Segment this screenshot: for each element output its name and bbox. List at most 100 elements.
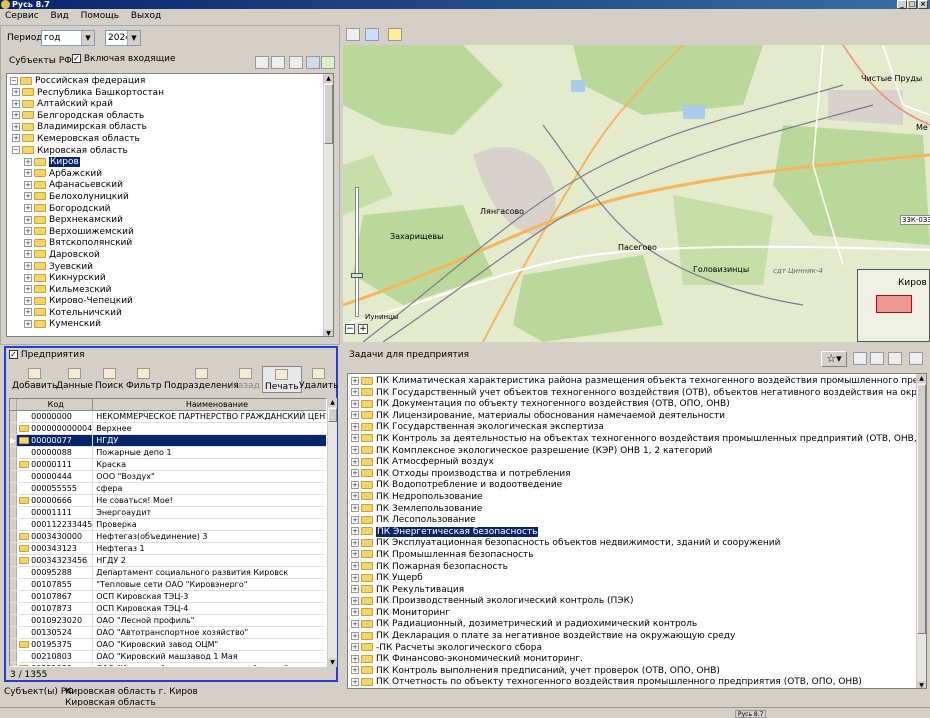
task-item[interactable]: + ПК Контроль за деятельностью на объекта… xyxy=(351,434,926,446)
overview-map[interactable]: Киров xyxy=(857,269,930,342)
table-row[interactable]: 00001111 Энергоаудит xyxy=(10,506,326,520)
tree-region[interactable]: + Алтайский край xyxy=(10,99,333,111)
task-item[interactable]: + ПК Климатическая характеристика района … xyxy=(351,376,926,388)
tree-region[interactable]: + Белгородская область xyxy=(10,111,333,123)
scroll-down-icon[interactable]: ▼ xyxy=(324,329,333,336)
tree-district[interactable]: + Богородский xyxy=(10,204,333,216)
map-view[interactable]: Чистые Пруды Лянгасово Захарищевы Пасего… xyxy=(343,45,930,342)
tree-district[interactable]: + Зуевский xyxy=(10,262,333,274)
menu-service[interactable]: Сервис xyxy=(5,11,39,21)
export-icon[interactable] xyxy=(909,352,923,365)
expand-icon[interactable]: + xyxy=(24,319,32,328)
task-item[interactable]: + ПК Производственный экологический контр… xyxy=(351,596,926,608)
expand-icon[interactable]: + xyxy=(24,215,32,224)
tree-district[interactable]: + Афанасьевский xyxy=(10,180,333,192)
tree-district[interactable]: + Белохолуницкий xyxy=(10,192,333,204)
add-button[interactable]: Добавить xyxy=(12,366,57,391)
tree-district[interactable]: + Киров xyxy=(10,157,333,169)
print-icon[interactable] xyxy=(289,56,303,69)
tree-district[interactable]: + Вятскополянский xyxy=(10,238,333,250)
scroll-up-icon[interactable]: ▲ xyxy=(328,398,337,407)
list-view-icon[interactable] xyxy=(888,352,902,365)
tree-view-icon[interactable] xyxy=(870,352,884,365)
tree-district[interactable]: + Кильмезский xyxy=(10,285,333,297)
table-row[interactable]: 00000111 Краска xyxy=(10,458,326,472)
expand-icon[interactable]: + xyxy=(351,504,359,513)
tree-view-icon[interactable] xyxy=(255,56,269,69)
expand-icon[interactable]: + xyxy=(351,643,359,652)
expand-icon[interactable]: + xyxy=(351,538,359,547)
tree-district[interactable]: + Кикнурский xyxy=(10,273,333,285)
expand-icon[interactable]: + xyxy=(24,157,32,166)
tree-district[interactable]: + Верхошижемский xyxy=(10,227,333,239)
task-item[interactable]: + ПК Отходы производства и потребления xyxy=(351,469,926,481)
print-button[interactable]: Печать xyxy=(262,366,302,393)
table-row[interactable]: 00000000 НЕКОММЕРЧЕСКОЕ ПАРТНЕРСТВО ГРАЖД… xyxy=(10,410,326,424)
expand-icon[interactable]: + xyxy=(24,227,32,236)
expand-icon[interactable]: + xyxy=(12,122,20,131)
expand-icon[interactable]: + xyxy=(351,457,359,466)
map-icon[interactable] xyxy=(306,56,320,69)
expand-icon[interactable]: + xyxy=(24,308,32,317)
tasks-scrollbar[interactable]: ▲ ▼ xyxy=(916,374,926,688)
task-item[interactable]: + ПК Мониторинг xyxy=(351,608,926,620)
column-code[interactable]: Код xyxy=(16,399,94,412)
task-item[interactable]: + ПК Недропользование xyxy=(351,492,926,504)
scroll-up-icon[interactable]: ▲ xyxy=(324,74,333,83)
filter-button[interactable]: Фильтр xyxy=(126,366,162,391)
expand-icon[interactable]: + xyxy=(351,399,359,408)
task-item[interactable]: + ПК Рекультивация xyxy=(351,585,926,597)
menu-help[interactable]: Помощь xyxy=(81,11,119,21)
expand-icon[interactable]: + xyxy=(12,111,20,120)
table-row[interactable]: ▶ 00000077 НГДУ xyxy=(10,434,326,448)
table-row[interactable]: 0010923020 ОАО "Лесной профиль" xyxy=(10,614,326,628)
task-item[interactable]: + ПК Ущерб xyxy=(351,573,926,585)
menu-view[interactable]: Вид xyxy=(51,11,69,21)
layers-icon[interactable] xyxy=(321,56,335,69)
expand-icon[interactable]: + xyxy=(351,422,359,431)
expand-icon[interactable]: + xyxy=(351,527,359,536)
expand-icon[interactable]: + xyxy=(351,573,359,582)
expand-icon[interactable]: + xyxy=(12,134,20,143)
table-row[interactable]: 000000000004 Верхнее xyxy=(10,422,326,436)
tree-district[interactable]: + Кирово-Чепецкий xyxy=(10,296,333,308)
table-row[interactable]: 00130524 ОАО "Автотранспортное хозяйство" xyxy=(10,626,326,640)
expand-icon[interactable]: + xyxy=(24,204,32,213)
list-view-icon[interactable] xyxy=(271,56,285,69)
include-checkbox[interactable]: ✓ Включая входящие xyxy=(72,54,176,64)
expand-icon[interactable]: + xyxy=(24,250,32,259)
expand-icon[interactable]: + xyxy=(24,285,32,294)
table-row[interactable]: 00034323456 НГДУ 2 xyxy=(10,554,326,568)
task-item[interactable]: + ПК Лесопользование xyxy=(351,515,926,527)
tree-region[interactable]: + Кемеровская область xyxy=(10,134,333,146)
zoom-out-button[interactable]: − xyxy=(345,324,355,334)
enterprises-checkbox[interactable]: ✓ Предприятия xyxy=(9,350,84,360)
window-icon[interactable] xyxy=(346,28,360,41)
table-row[interactable]: 00107873 ОСП Кировская ТЭЦ-4 xyxy=(10,602,326,616)
task-item[interactable]: + ПК Радиационный, дозиметрический и ради… xyxy=(351,619,926,631)
pencil-icon[interactable] xyxy=(365,28,379,41)
task-item[interactable]: + ПК Декларация о плате за негативное воз… xyxy=(351,631,926,643)
task-item[interactable]: + ПК Энергетическая безопасность xyxy=(351,526,926,539)
table-row[interactable]: 0003430000 Нефтегаз(объединение) 3 xyxy=(10,530,326,544)
maximize-button[interactable]: □ xyxy=(907,0,917,9)
task-item[interactable]: + ПК Государственный учет объектов техног… xyxy=(351,388,926,400)
task-item[interactable]: + ПК Комплексное экологическое разрешение… xyxy=(351,446,926,458)
task-item[interactable]: + ПК Эксплуатационная безопасность объект… xyxy=(351,538,926,550)
zoom-area-icon[interactable] xyxy=(388,28,402,41)
task-item[interactable]: + -ПК Расчеты экологического сбора xyxy=(351,643,926,655)
tree-district[interactable]: + Даровской xyxy=(10,250,333,262)
expand-icon[interactable]: + xyxy=(351,480,359,489)
task-item[interactable]: + ПК Отчетность по объекту техногенного в… xyxy=(351,677,926,688)
task-item[interactable]: + ПК Документация по объекту техногенного… xyxy=(351,399,926,411)
task-item[interactable]: + ПК Пожарная безопасность xyxy=(351,562,926,574)
subdivisions-button[interactable]: Подразделения xyxy=(164,366,239,391)
table-row[interactable]: 000343123 Нефтегаз 1 xyxy=(10,542,326,556)
task-item[interactable]: + ПК Атмосферный воздух xyxy=(351,457,926,469)
expand-icon[interactable]: + xyxy=(351,585,359,594)
expand-icon[interactable]: + xyxy=(24,273,32,282)
tree-region[interactable]: + Республика Башкортостан xyxy=(10,88,333,100)
year-select[interactable]: 2024 ▼ xyxy=(105,30,141,46)
scroll-thumb[interactable] xyxy=(324,84,333,144)
scroll-down-icon[interactable]: ▼ xyxy=(328,658,337,667)
